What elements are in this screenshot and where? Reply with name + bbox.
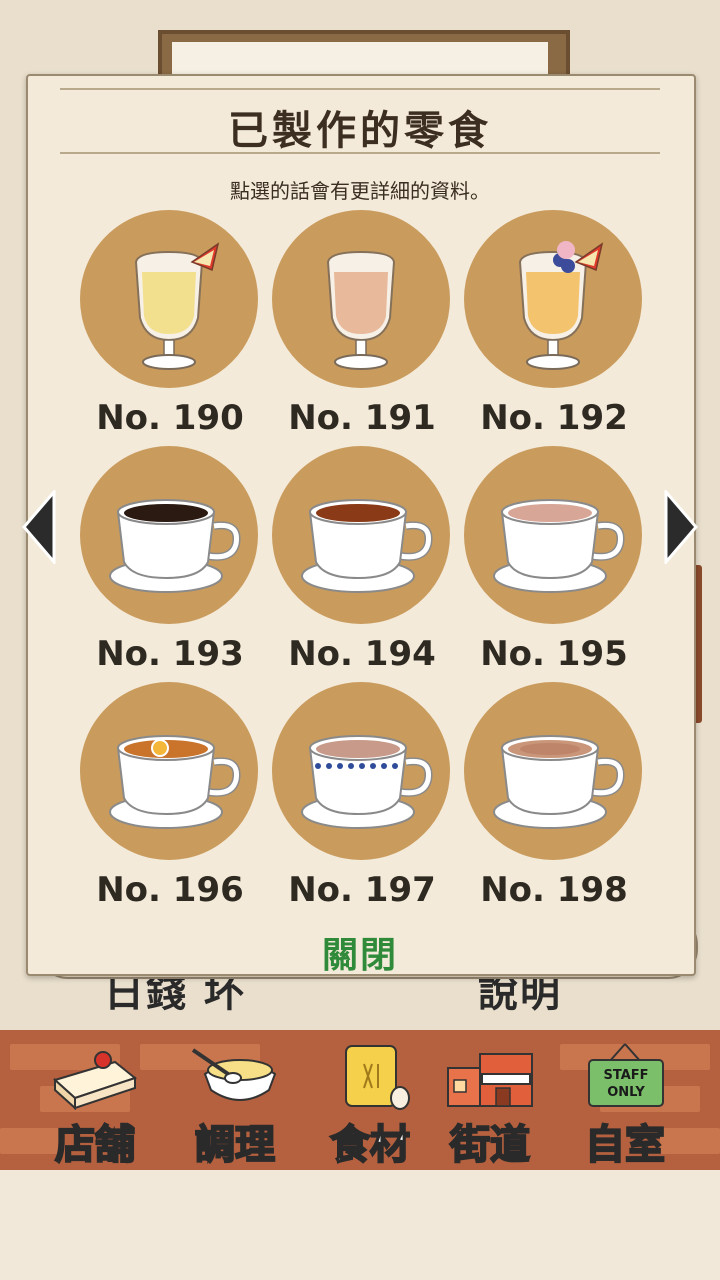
snack-item[interactable]: No. 194	[272, 446, 452, 686]
goblet-drink-icon	[326, 250, 396, 370]
snack-item[interactable]: No. 191	[272, 210, 452, 450]
tea-cup-icon	[493, 735, 625, 829]
snack-item[interactable]: No. 197	[272, 682, 452, 922]
tea-cup-icon	[109, 499, 241, 593]
snack-item[interactable]: No. 198	[464, 682, 644, 922]
nav-cooking[interactable]: 調理	[170, 1040, 300, 1169]
snack-item-label: No. 195	[480, 634, 628, 674]
panel-subtitle: 點選的話會有更詳細的資料。	[230, 179, 490, 203]
snack-item[interactable]: No. 196	[80, 682, 260, 922]
snack-item-label: No. 193	[96, 634, 244, 674]
nav-private-room[interactable]: STAFF ONLY 自室	[560, 1040, 690, 1169]
tea-cup-icon	[493, 499, 625, 593]
tea-cup-icon	[301, 735, 433, 829]
title-rule-bottom	[60, 152, 660, 154]
snack-item-label: No. 191	[288, 398, 436, 438]
mixing-bowl-icon	[191, 1048, 277, 1101]
nav-shop-label: 店舖	[54, 1121, 136, 1169]
shop-street-icon	[447, 1053, 533, 1107]
snack-item[interactable]: No. 195	[464, 446, 644, 686]
nav-shop[interactable]: 店舖	[30, 1040, 160, 1169]
panel-title: 已製作的零食	[228, 107, 492, 154]
tea-cup-icon	[301, 499, 433, 593]
nav-street-label: 街道	[449, 1121, 531, 1169]
cake-icon	[53, 1051, 138, 1111]
snack-item-label: No. 190	[96, 398, 244, 438]
snack-item-label: No. 194	[288, 634, 436, 674]
nav-private-room-label: 自室	[584, 1121, 666, 1169]
close-button[interactable]: 關閉	[300, 926, 420, 976]
snack-item[interactable]: No. 190	[80, 210, 260, 450]
staff-sign-text-line2: ONLY	[607, 1085, 645, 1100]
prev-page-arrow-icon[interactable]	[22, 490, 56, 564]
title-rule-top	[60, 88, 660, 90]
snack-item-label: No. 198	[480, 870, 628, 910]
snack-item-label: No. 192	[480, 398, 628, 438]
snack-item[interactable]: No. 193	[80, 446, 260, 686]
tea-cup-icon	[109, 735, 241, 829]
staff-sign-text-line1: STAFF	[603, 1068, 648, 1083]
next-page-arrow-icon[interactable]	[664, 490, 698, 564]
nav-ingredients-label: 食材	[329, 1121, 411, 1169]
staff-only-sign-icon: STAFF ONLY	[588, 1043, 664, 1107]
nav-cooking-label: 調理	[194, 1121, 276, 1169]
goblet-drink-icon	[518, 241, 604, 370]
flour-bag-icon	[345, 1045, 410, 1110]
snack-item-label: No. 197	[288, 870, 436, 910]
nav-ingredients[interactable]: 食材	[305, 1040, 435, 1169]
snack-item-label: No. 196	[96, 870, 244, 910]
snack-item[interactable]: No. 192	[464, 210, 644, 450]
nav-street[interactable]: 街道	[425, 1040, 555, 1169]
goblet-drink-icon	[134, 242, 220, 370]
